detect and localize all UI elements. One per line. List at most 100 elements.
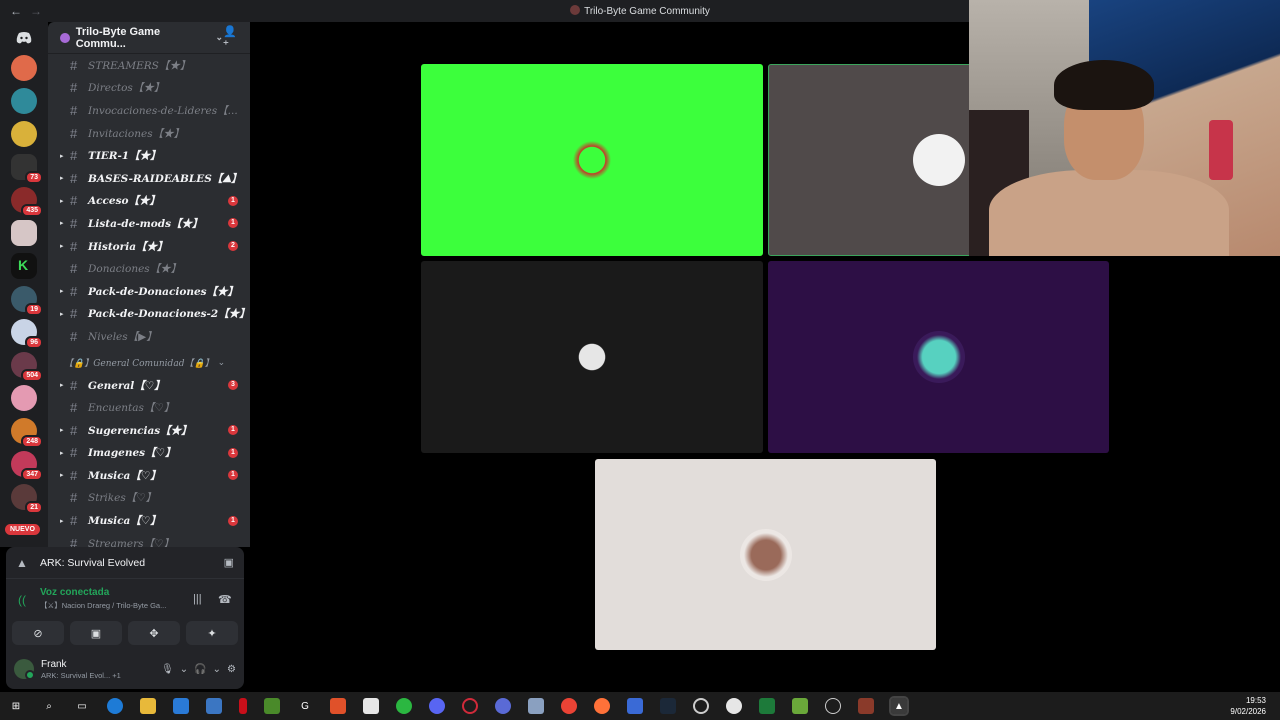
channel-item[interactable]: ▸ # Historia【★】 2 [48, 235, 250, 258]
outlook-icon[interactable] [173, 698, 189, 714]
chevron-down-icon[interactable]: ⌄ [213, 664, 221, 675]
chevron-down-icon[interactable]: ⌄ [180, 664, 188, 675]
chrome-icon[interactable] [561, 698, 577, 714]
new-badge[interactable]: NUEVO [5, 524, 40, 535]
channel-item[interactable]: # Streamers【♡】 [48, 532, 250, 547]
hashtag-icon: # [70, 261, 78, 277]
opera-icon[interactable] [462, 698, 478, 714]
channel-item[interactable]: # Donaciones【★】 [48, 257, 250, 280]
soundboard-button[interactable]: ✦ [186, 621, 238, 645]
activities-button[interactable]: ✥ [128, 621, 180, 645]
system-clock[interactable]: 19:53 9/02/2026 [1230, 695, 1266, 717]
channel-item[interactable]: ▸ # Musica【♡】 1 [48, 509, 250, 532]
category-header[interactable]: 【🔒】General Comunidad【🔒】 ⌄ [48, 352, 250, 374]
voice-status-text[interactable]: Voz conectada [40, 587, 234, 598]
avatar[interactable] [14, 659, 35, 680]
server-icon[interactable]: 347 [11, 451, 43, 481]
server-icon[interactable]: 248 [11, 418, 43, 448]
username[interactable]: Frank [41, 659, 121, 670]
channel-item[interactable]: # Invitaciones【★】 [48, 122, 250, 145]
channel-item[interactable]: ▸ # Pack-de-Donaciones-2【★】 [48, 303, 250, 326]
channel-item[interactable]: # Invocaciones-de-Lideres【... [48, 99, 250, 122]
video-tile[interactable] [421, 64, 763, 256]
firefox-icon[interactable] [594, 698, 610, 714]
brave-icon[interactable] [330, 698, 346, 714]
winrar-icon[interactable] [858, 698, 874, 714]
video-tile[interactable] [768, 261, 1109, 453]
video-tile[interactable] [768, 64, 978, 256]
channel-item[interactable]: ▸ # TIER-1【★】 [48, 144, 250, 167]
signal-icon[interactable]: (( [18, 593, 26, 607]
share-screen-button[interactable]: ▣ [70, 621, 122, 645]
channel-item[interactable]: ▸ # Imagenes【♡】 1 [48, 442, 250, 465]
whatsapp-icon[interactable] [396, 698, 412, 714]
task-view-icon[interactable]: ▭ [74, 698, 90, 714]
store-icon[interactable] [206, 698, 222, 714]
channel-item[interactable]: # Encuentas【♡】 [48, 396, 250, 419]
server-icon[interactable] [11, 385, 37, 411]
gear-icon[interactable]: ⚙ [227, 664, 236, 675]
netflix-icon[interactable] [239, 698, 247, 714]
discord-home-icon[interactable] [11, 25, 37, 51]
server-icon[interactable] [11, 220, 37, 246]
webcam-person-body [989, 170, 1229, 256]
app-icon[interactable] [792, 698, 808, 714]
server-icon[interactable]: 504 [11, 352, 43, 382]
channel-item[interactable]: ▸ # BASES-RAIDEABLES【⛰】 [48, 167, 250, 190]
app-icon[interactable] [726, 698, 742, 714]
disconnect-icon[interactable]: ☎ [218, 593, 232, 606]
activity-bar[interactable]: ▲ ARK: Survival Evolved ▣ [6, 547, 244, 579]
channel-item[interactable]: # Directos【★】 [48, 77, 250, 100]
edge-browser-icon[interactable] [107, 698, 123, 714]
server-icon[interactable]: K [11, 253, 37, 279]
add-member-icon[interactable]: 👤⁺ [223, 25, 242, 51]
steam-icon[interactable] [660, 698, 676, 714]
participant-avatar [566, 331, 618, 383]
camera-off-button[interactable]: ⊘ [12, 621, 64, 645]
file-explorer-icon[interactable] [140, 698, 156, 714]
ark-game-icon[interactable]: ▲ [889, 696, 909, 716]
channel-item[interactable]: # STREAMERS【★】 [48, 54, 250, 77]
server-icon[interactable] [11, 121, 37, 147]
channel-item[interactable]: ▸ # Musica【♡】 1 [48, 464, 250, 487]
channel-item[interactable]: ▸ # General【♡】 3 [48, 374, 250, 397]
search-icon[interactable]: ⌕ [41, 698, 57, 714]
epic-games-icon[interactable]: G [297, 698, 313, 714]
video-tile[interactable] [421, 261, 763, 453]
noise-suppression-icon[interactable]: ||| [193, 593, 202, 605]
server-icon[interactable]: 96 [11, 319, 43, 349]
server-icon[interactable]: 19 [11, 286, 43, 316]
minecraft-icon[interactable] [264, 698, 280, 714]
server-icon[interactable]: 435 [11, 187, 43, 217]
app-icon[interactable] [495, 698, 511, 714]
app-icon[interactable] [825, 698, 841, 714]
server-icon[interactable]: 73 [11, 154, 43, 184]
app-icon[interactable] [693, 698, 709, 714]
server-icon[interactable] [11, 88, 37, 114]
channel-item[interactable]: ▸ # Sugerencias【★】 1 [48, 419, 250, 442]
headphones-icon[interactable]: 🎧 [194, 664, 206, 675]
guild-header[interactable]: Trilo-Byte Game Commu... ⌄ 👤⁺ [48, 22, 250, 54]
windows-start-icon[interactable]: ⊞ [8, 698, 24, 714]
guild-icon [60, 32, 70, 43]
server-icon[interactable]: 21 [11, 484, 43, 514]
voice-location[interactable]: 【⚔】Nacion Drareg / Trilo-Byte Ga... [40, 600, 190, 611]
app-icon[interactable] [528, 698, 544, 714]
channel-label: Invocaciones-de-Lideres【... [88, 104, 238, 117]
app-icon[interactable] [627, 698, 643, 714]
chevron-down-icon[interactable]: ⌄ [218, 358, 226, 368]
channel-item[interactable]: ▸ # Acceso【★】 1 [48, 190, 250, 213]
channel-item[interactable]: ▸ # Lista-de-mods【★】 1 [48, 212, 250, 235]
microphone-icon[interactable]: 🎙 [161, 664, 174, 675]
server-icon[interactable] [11, 55, 37, 81]
channel-item[interactable]: ▸ # Pack-de-Donaciones【★】 [48, 280, 250, 303]
excel-icon[interactable] [759, 698, 775, 714]
calendar-icon[interactable] [363, 698, 379, 714]
thread-arrow-icon: ▸ [60, 448, 64, 457]
video-tile[interactable] [595, 459, 936, 650]
channel-item[interactable]: # Strikes【♡】 [48, 487, 250, 510]
channel-item[interactable]: # Niveles【▶】 [48, 325, 250, 348]
screen-icon[interactable]: ▣ [224, 556, 234, 569]
discord-icon[interactable] [429, 698, 445, 714]
chevron-down-icon[interactable]: ⌄ [215, 32, 223, 43]
